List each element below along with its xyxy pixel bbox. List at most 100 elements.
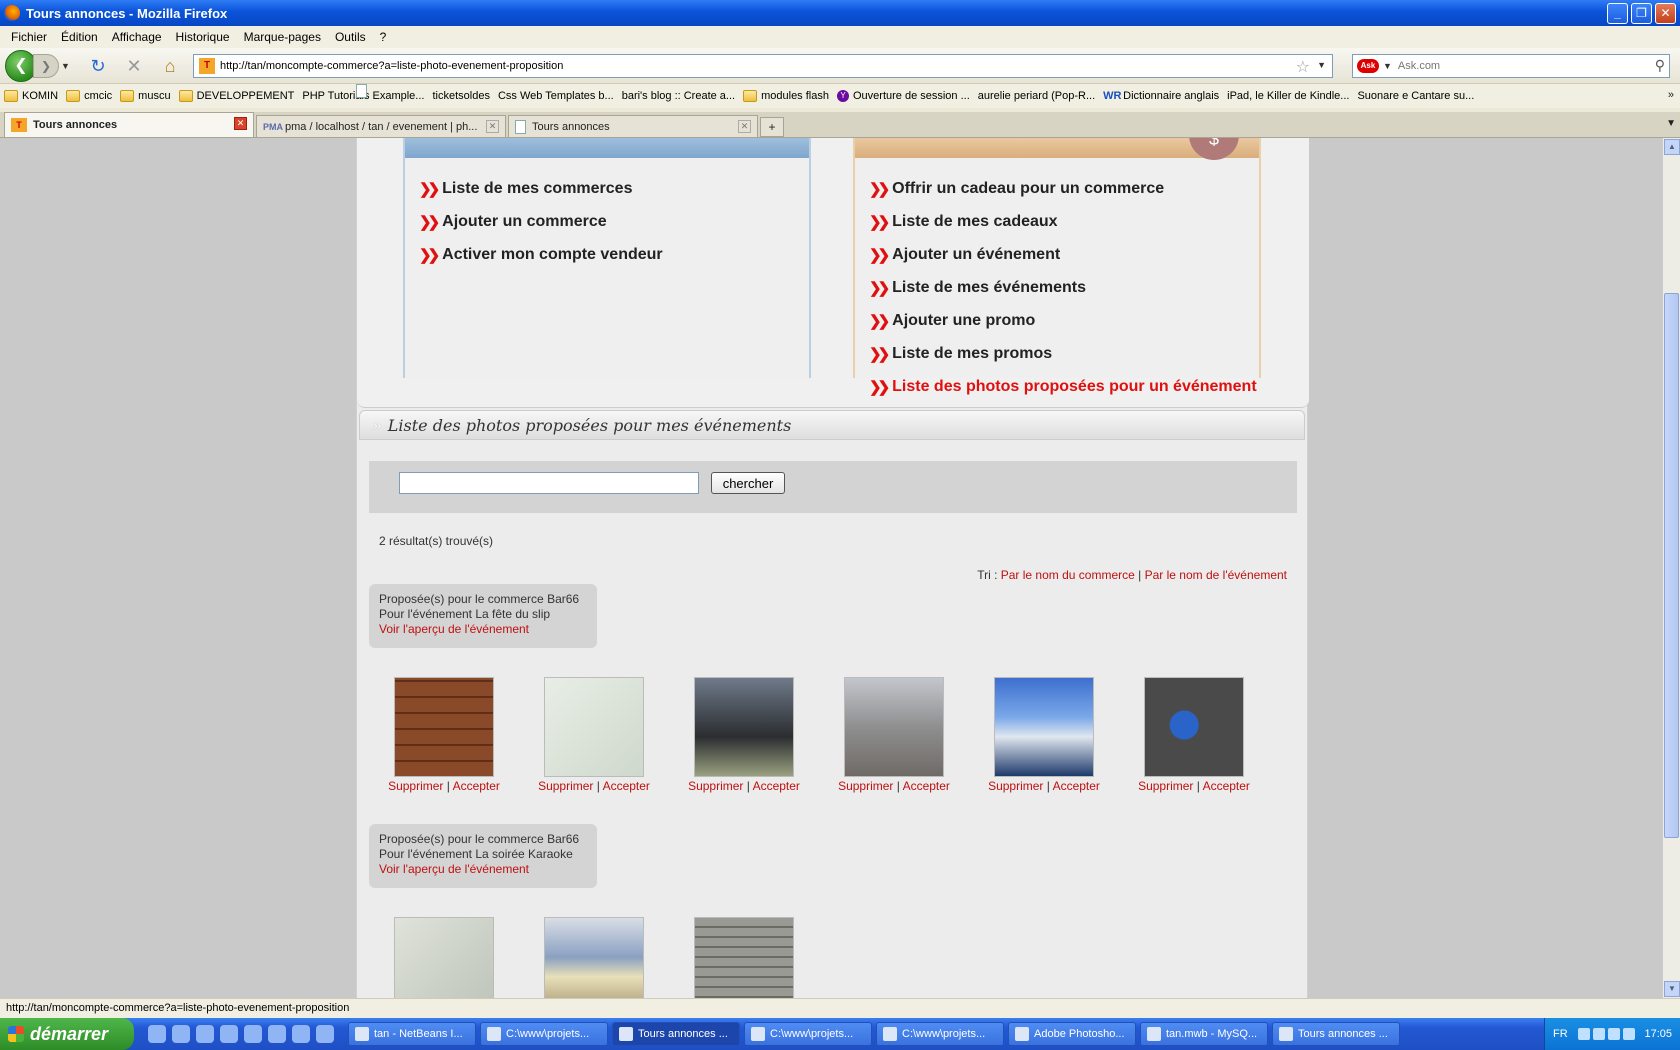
search-submit-button[interactable]: chercher	[711, 472, 785, 494]
photo-thumbnail[interactable]	[544, 917, 644, 998]
sort-by-shop-link[interactable]: Par le nom du commerce	[1001, 568, 1135, 582]
menu-help[interactable]: ?	[373, 30, 394, 44]
accept-photo-link[interactable]: Accepter	[1203, 779, 1250, 793]
bookmark-star-icon[interactable]: ☆	[1296, 57, 1310, 77]
forward-button[interactable]: ❯	[33, 53, 59, 78]
tray-icon[interactable]	[1592, 1028, 1605, 1040]
url-bar[interactable]: T http://tan/moncompte-commerce?a=liste-…	[193, 53, 1333, 78]
taskbar-item[interactable]: tan.mwb - MySQ...	[1140, 1022, 1268, 1046]
url-dropdown-icon[interactable]: ▼	[1317, 60, 1326, 70]
bookmark-item[interactable]: cmcic	[66, 90, 112, 102]
accept-photo-link[interactable]: Accepter	[1053, 779, 1100, 793]
menu-link-liste-promos[interactable]: ❯❯ Liste de mes promos	[869, 337, 1259, 370]
menu-link-liste-commerces[interactable]: ❯❯ Liste de mes commerces	[419, 172, 809, 205]
menu-affichage[interactable]: Affichage	[105, 30, 169, 44]
photo-thumbnail[interactable]	[694, 917, 794, 998]
quick-launch-icon[interactable]	[316, 1025, 334, 1043]
photo-thumbnail[interactable]	[994, 677, 1094, 777]
menu-fichier[interactable]: Fichier	[4, 30, 54, 44]
stop-icon[interactable]: ✕	[123, 55, 145, 77]
tray-icon[interactable]	[1607, 1028, 1620, 1040]
menu-link-liste-evenements[interactable]: ❯❯ Liste de mes événements	[869, 271, 1259, 304]
photo-search-input[interactable]	[399, 472, 699, 494]
taskbar-item[interactable]: Tours annonces ...	[1272, 1022, 1400, 1046]
menu-link-ajouter-commerce[interactable]: ❯❯ Ajouter un commerce	[419, 205, 809, 238]
bookmark-item[interactable]: Css Web Templates b...	[356, 84, 614, 102]
bookmark-item[interactable]: WR Dictionnaire anglais	[1103, 90, 1219, 102]
menu-link-ajouter-promo[interactable]: ❯❯ Ajouter une promo	[869, 304, 1259, 337]
home-icon[interactable]: ⌂	[159, 55, 181, 77]
taskbar-item[interactable]: tan - NetBeans I...	[348, 1022, 476, 1046]
scrollbar-thumb[interactable]	[1664, 293, 1679, 838]
bookmark-item[interactable]: aurelie periard (Pop-R...	[356, 84, 1095, 102]
history-dropdown-icon[interactable]: ▼	[61, 61, 73, 71]
minimize-button[interactable]: _	[1607, 3, 1628, 24]
search-engine-dropdown-icon[interactable]: ▼	[1383, 61, 1392, 71]
menu-edition[interactable]: Édition	[54, 30, 105, 44]
bookmark-item[interactable]: Y Ouverture de session ...	[836, 90, 970, 102]
url-text[interactable]: http://tan/moncompte-commerce?a=liste-ph…	[220, 60, 563, 72]
tab-list-icon[interactable]: ▼	[1666, 118, 1676, 129]
delete-photo-link[interactable]: Supprimer	[538, 779, 593, 793]
photo-thumbnail[interactable]	[544, 677, 644, 777]
bookmark-item[interactable]: Suonare e Cantare su...	[356, 84, 1474, 102]
menu-link-activer-vendeur[interactable]: ❯❯ Activer mon compte vendeur	[419, 238, 809, 271]
bookmark-item[interactable]: modules flash	[743, 90, 829, 102]
search-input[interactable]	[1397, 60, 1648, 72]
delete-photo-link[interactable]: Supprimer	[1138, 779, 1193, 793]
tray-icon[interactable]	[1622, 1028, 1635, 1040]
quick-launch-icon[interactable]	[268, 1025, 286, 1043]
event-preview-link[interactable]: Voir l'aperçu de l'événement	[379, 862, 587, 877]
new-tab-button[interactable]: +	[760, 117, 784, 137]
scroll-up-icon[interactable]: ▲	[1664, 139, 1680, 155]
taskbar-item[interactable]: Adobe Photosho...	[1008, 1022, 1136, 1046]
menu-link-liste-cadeaux[interactable]: ❯❯ Liste de mes cadeaux	[869, 205, 1259, 238]
close-tab-icon[interactable]: ✕	[234, 117, 247, 130]
bookmark-item[interactable]: iPad, le Killer de Kindle...	[356, 84, 1349, 102]
menu-marque-pages[interactable]: Marque-pages	[237, 30, 328, 44]
quick-launch-icon[interactable]	[172, 1025, 190, 1043]
language-indicator[interactable]: FR	[1553, 1028, 1568, 1040]
quick-launch-icon[interactable]	[292, 1025, 310, 1043]
ask-engine-icon[interactable]: Ask	[1357, 59, 1379, 73]
quick-launch-icon[interactable]	[148, 1025, 166, 1043]
taskbar-item[interactable]: C:\www\projets...	[876, 1022, 1004, 1046]
delete-photo-link[interactable]: Supprimer	[688, 779, 743, 793]
accept-photo-link[interactable]: Accepter	[903, 779, 950, 793]
close-window-button[interactable]: ✕	[1655, 3, 1676, 24]
taskbar-item[interactable]: C:\www\projets...	[744, 1022, 872, 1046]
delete-photo-link[interactable]: Supprimer	[838, 779, 893, 793]
tab-tours-annonces[interactable]: T Tours annonces ✕	[4, 112, 254, 137]
close-tab-icon[interactable]: ✕	[738, 120, 751, 133]
clock[interactable]: 17:05	[1644, 1028, 1672, 1040]
tab-tours-annonces-2[interactable]: Tours annonces ✕	[508, 115, 758, 137]
photo-thumbnail[interactable]	[394, 917, 494, 998]
menu-historique[interactable]: Historique	[169, 30, 237, 44]
bookmark-item[interactable]: muscu	[120, 90, 171, 102]
menu-link-photos-proposees[interactable]: ❯❯ Liste des photos proposées pour un évé…	[869, 370, 1259, 403]
search-icon[interactable]: ⚲	[1655, 57, 1665, 74]
reload-icon[interactable]: ↻	[87, 55, 109, 77]
event-preview-link[interactable]: Voir l'aperçu de l'événement	[379, 622, 587, 637]
bookmark-item[interactable]: bari's blog :: Create a...	[356, 84, 735, 102]
menu-link-ajouter-evenement[interactable]: ❯❯ Ajouter un événement	[869, 238, 1259, 271]
photo-thumbnail[interactable]	[694, 677, 794, 777]
close-tab-icon[interactable]: ✕	[486, 120, 499, 133]
start-button[interactable]: démarrer	[0, 1018, 134, 1050]
taskbar-item[interactable]: C:\www\projets...	[480, 1022, 608, 1046]
bookmark-item[interactable]: ticketsoldes	[356, 84, 490, 102]
maximize-button[interactable]: ❐	[1631, 3, 1652, 24]
quick-launch-icon[interactable]	[196, 1025, 214, 1043]
bookmark-item[interactable]: DEVELOPPEMENT	[178, 90, 294, 102]
accept-photo-link[interactable]: Accepter	[753, 779, 800, 793]
tray-icon[interactable]	[1577, 1028, 1590, 1040]
bookmarks-overflow-icon[interactable]: »	[1668, 89, 1674, 101]
quick-launch-icon[interactable]	[244, 1025, 262, 1043]
sort-by-event-link[interactable]: Par le nom de l'événement	[1145, 568, 1287, 582]
scroll-down-icon[interactable]: ▼	[1664, 981, 1680, 997]
delete-photo-link[interactable]: Supprimer	[988, 779, 1043, 793]
photo-thumbnail[interactable]	[1144, 677, 1244, 777]
menu-link-offrir-cadeau[interactable]: ❯❯ Offrir un cadeau pour un commerce	[869, 172, 1259, 205]
photo-thumbnail[interactable]	[394, 677, 494, 777]
accept-photo-link[interactable]: Accepter	[453, 779, 500, 793]
